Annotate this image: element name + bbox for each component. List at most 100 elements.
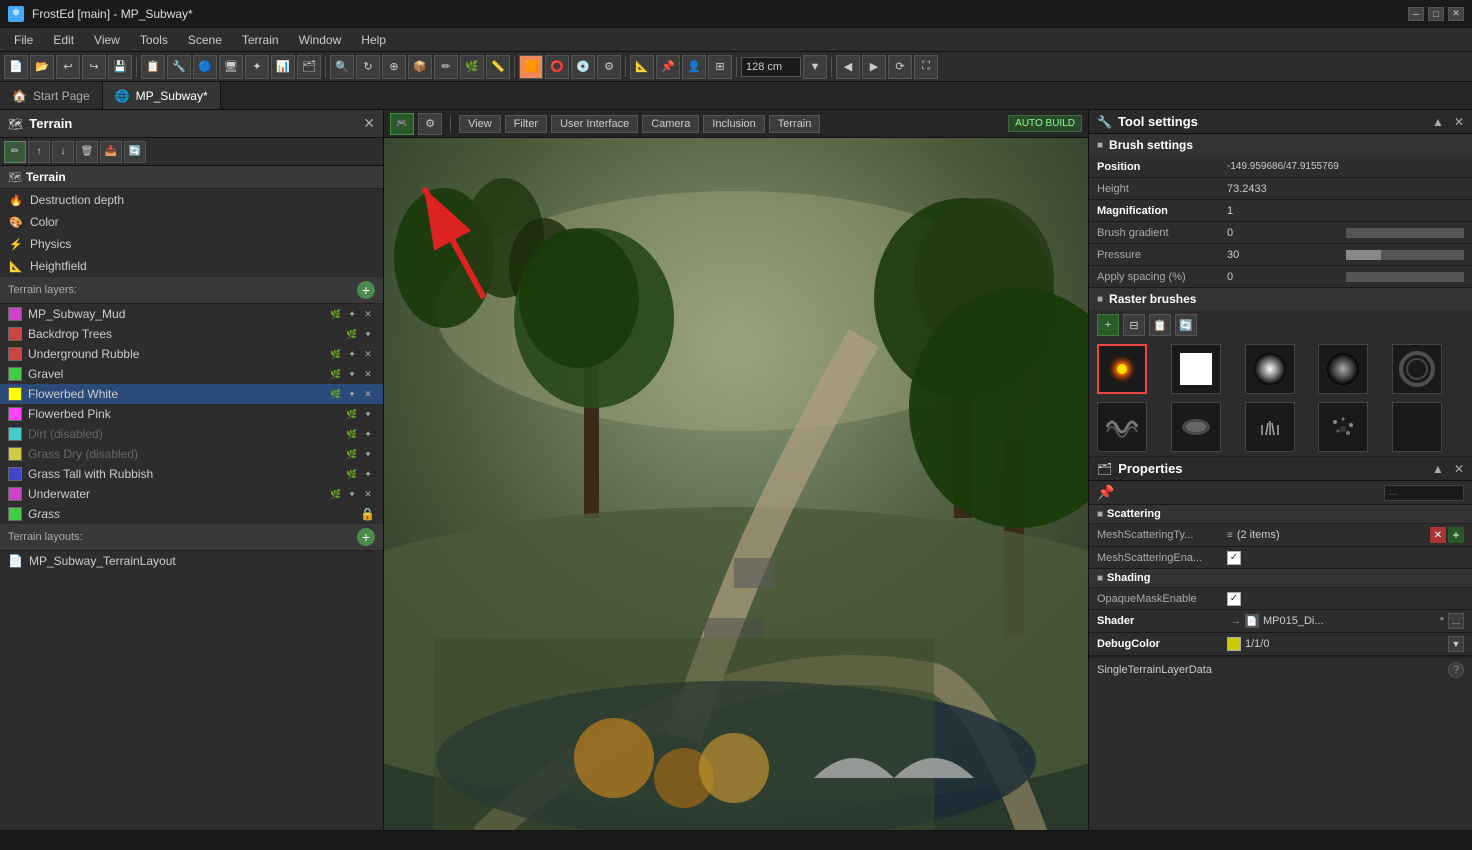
tool-settings-close[interactable]: ✕ bbox=[1454, 115, 1464, 129]
brush-4[interactable] bbox=[1318, 344, 1368, 394]
toolbar-btn-8[interactable]: 🗂 bbox=[297, 55, 321, 79]
toolbar-btn-7[interactable]: 📊 bbox=[271, 55, 295, 79]
tool-settings-expand[interactable]: ▲ bbox=[1432, 115, 1444, 129]
vp-view-btn[interactable]: View bbox=[459, 115, 501, 133]
save-button[interactable]: 💾 bbox=[108, 55, 132, 79]
properties-expand[interactable]: ▲ bbox=[1432, 462, 1444, 476]
properties-close[interactable]: ✕ bbox=[1454, 462, 1464, 476]
vp-inclusion-btn[interactable]: Inclusion bbox=[703, 115, 764, 133]
layer-grass-tall[interactable]: Grass Tall with Rubbish 🌿 ✦ bbox=[0, 464, 383, 484]
add-layout-button[interactable]: + bbox=[357, 528, 375, 546]
toolbar-btn-12[interactable]: 📦 bbox=[408, 55, 432, 79]
redo-button[interactable]: ↪ bbox=[82, 55, 106, 79]
layer-grass[interactable]: Grass 🔒 bbox=[0, 504, 383, 524]
minimize-button[interactable]: ─ bbox=[1408, 7, 1424, 21]
tree-item-destruction[interactable]: 🔥 Destruction depth bbox=[0, 189, 383, 211]
shading-header[interactable]: ■ Shading bbox=[1089, 569, 1472, 588]
properties-search[interactable] bbox=[1384, 485, 1464, 501]
toolbar-btn-16[interactable]: 🟧 bbox=[519, 55, 543, 79]
toolbar-btn-6[interactable]: ✦ bbox=[245, 55, 269, 79]
toolbar-btn-18[interactable]: 💿 bbox=[571, 55, 595, 79]
menu-window[interactable]: Window bbox=[289, 31, 352, 49]
debug-color-swatch[interactable] bbox=[1227, 637, 1241, 651]
terrain-tool-paint[interactable]: ✏ bbox=[4, 141, 26, 163]
layer-underground-rubble[interactable]: Underground Rubble 🌿 ✦ ✕ bbox=[0, 344, 383, 364]
layer-dirt[interactable]: Dirt (disabled) 🌿 ✦ bbox=[0, 424, 383, 444]
brush-3[interactable] bbox=[1245, 344, 1295, 394]
layer-flowerbed-pink[interactable]: Flowerbed Pink 🌿 ✦ bbox=[0, 404, 383, 424]
brush-5[interactable] bbox=[1392, 344, 1442, 394]
tree-item-color[interactable]: 🎨 Color bbox=[0, 211, 383, 233]
raster-brushes-header[interactable]: ■ Raster brushes bbox=[1089, 288, 1472, 310]
terrain-tool-4[interactable]: 🗑 bbox=[76, 141, 98, 163]
shader-more-button[interactable]: … bbox=[1448, 613, 1464, 629]
toolbar-btn-25[interactable]: ▶ bbox=[862, 55, 886, 79]
menu-file[interactable]: File bbox=[4, 31, 43, 49]
brush-7[interactable] bbox=[1171, 402, 1221, 452]
toolbar-btn-3[interactable]: 🔧 bbox=[167, 55, 191, 79]
toolbar-btn-15[interactable]: 📏 bbox=[486, 55, 510, 79]
layer-grass-dry[interactable]: Grass Dry (disabled) 🌿 ✦ bbox=[0, 444, 383, 464]
undo-button[interactable]: ↩ bbox=[56, 55, 80, 79]
raster-btn-1[interactable]: ⊟ bbox=[1123, 314, 1145, 336]
layer-mp-subway-mud[interactable]: MP_Subway_Mud 🌿 ✦ ✕ bbox=[0, 304, 383, 324]
toolbar-btn-24[interactable]: ◀ bbox=[836, 55, 860, 79]
toolbar-btn-10[interactable]: ↻ bbox=[356, 55, 380, 79]
vp-tool-btn[interactable]: ⚙ bbox=[418, 113, 442, 135]
layer-backdrop-trees[interactable]: Backdrop Trees 🌿 ✦ bbox=[0, 324, 383, 344]
toolbar-btn-9[interactable]: 🔍 bbox=[330, 55, 354, 79]
size-input[interactable] bbox=[741, 57, 801, 77]
menu-edit[interactable]: Edit bbox=[43, 31, 84, 49]
raster-btn-3[interactable]: 🔄 bbox=[1175, 314, 1197, 336]
menu-help[interactable]: Help bbox=[351, 31, 396, 49]
mesh-scattering-ena-checkbox[interactable]: ✓ bbox=[1227, 551, 1241, 565]
menu-tools[interactable]: Tools bbox=[130, 31, 178, 49]
scattering-header[interactable]: ■ Scattering bbox=[1089, 505, 1472, 524]
tree-item-physics[interactable]: ⚡ Physics bbox=[0, 233, 383, 255]
toolbar-btn-14[interactable]: 🌿 bbox=[460, 55, 484, 79]
terrain-panel-close[interactable]: ✕ bbox=[363, 115, 375, 132]
terrain-tool-2[interactable]: ↑ bbox=[28, 141, 50, 163]
brush-9[interactable] bbox=[1318, 402, 1368, 452]
brush-8[interactable] bbox=[1245, 402, 1295, 452]
raster-add-button[interactable]: + bbox=[1097, 314, 1119, 336]
pressure-bar[interactable] bbox=[1346, 250, 1465, 260]
pin-icon[interactable]: 📌 bbox=[1097, 484, 1114, 501]
tab-mp-subway[interactable]: 🌐 MP_Subway* bbox=[103, 82, 221, 109]
toolbar-btn-27[interactable]: ⛶ bbox=[914, 55, 938, 79]
menu-view[interactable]: View bbox=[84, 31, 130, 49]
terrain-tool-6[interactable]: 🔄 bbox=[124, 141, 146, 163]
toolbar-btn-17[interactable]: ⭕ bbox=[545, 55, 569, 79]
brush-1[interactable] bbox=[1097, 344, 1147, 394]
toolbar-btn-26[interactable]: ⟳ bbox=[888, 55, 912, 79]
toolbar-btn-23[interactable]: ⊞ bbox=[708, 55, 732, 79]
layer-gravel[interactable]: Gravel 🌿 ✦ ✕ bbox=[0, 364, 383, 384]
layer-underwater[interactable]: Underwater 🌿 ✦ ✕ bbox=[0, 484, 383, 504]
toolbar-btn-21[interactable]: 📌 bbox=[656, 55, 680, 79]
terrain-tool-3[interactable]: ↓ bbox=[52, 141, 74, 163]
toolbar-btn-19[interactable]: ⚙ bbox=[597, 55, 621, 79]
brush-10[interactable] bbox=[1392, 402, 1442, 452]
close-button[interactable]: ✕ bbox=[1448, 7, 1464, 21]
debug-color-dropdown[interactable]: ▼ bbox=[1448, 636, 1464, 652]
opaque-mask-checkbox[interactable]: ✓ bbox=[1227, 592, 1241, 606]
menu-scene[interactable]: Scene bbox=[178, 31, 232, 49]
mesh-scattering-ty-x[interactable]: ✕ bbox=[1430, 527, 1446, 543]
brush-gradient-bar[interactable] bbox=[1346, 228, 1465, 238]
tab-start-page[interactable]: 🏠 Start Page bbox=[0, 82, 103, 109]
vp-terrain-btn[interactable]: Terrain bbox=[769, 115, 821, 133]
toolbar-btn-13[interactable]: ✏ bbox=[434, 55, 458, 79]
tree-item-heightfield[interactable]: 📐 Heightfield bbox=[0, 255, 383, 277]
toolbar-btn-4[interactable]: 🔵 bbox=[193, 55, 217, 79]
help-button[interactable]: ? bbox=[1448, 662, 1464, 678]
brush-2[interactable] bbox=[1171, 344, 1221, 394]
gameview-button[interactable]: 🎮 bbox=[390, 113, 414, 135]
layout-mp-subway[interactable]: 📄 MP_Subway_TerrainLayout bbox=[0, 551, 383, 571]
maximize-button[interactable]: □ bbox=[1428, 7, 1444, 21]
toolbar-btn-22[interactable]: 👤 bbox=[682, 55, 706, 79]
raster-btn-2[interactable]: 📋 bbox=[1149, 314, 1171, 336]
layer-flowerbed-white[interactable]: Flowerbed White 🌿 ✦ ✕ bbox=[0, 384, 383, 404]
add-layer-button[interactable]: + bbox=[357, 281, 375, 299]
vp-camera-btn[interactable]: Camera bbox=[642, 115, 699, 133]
new-button[interactable]: 📄 bbox=[4, 55, 28, 79]
